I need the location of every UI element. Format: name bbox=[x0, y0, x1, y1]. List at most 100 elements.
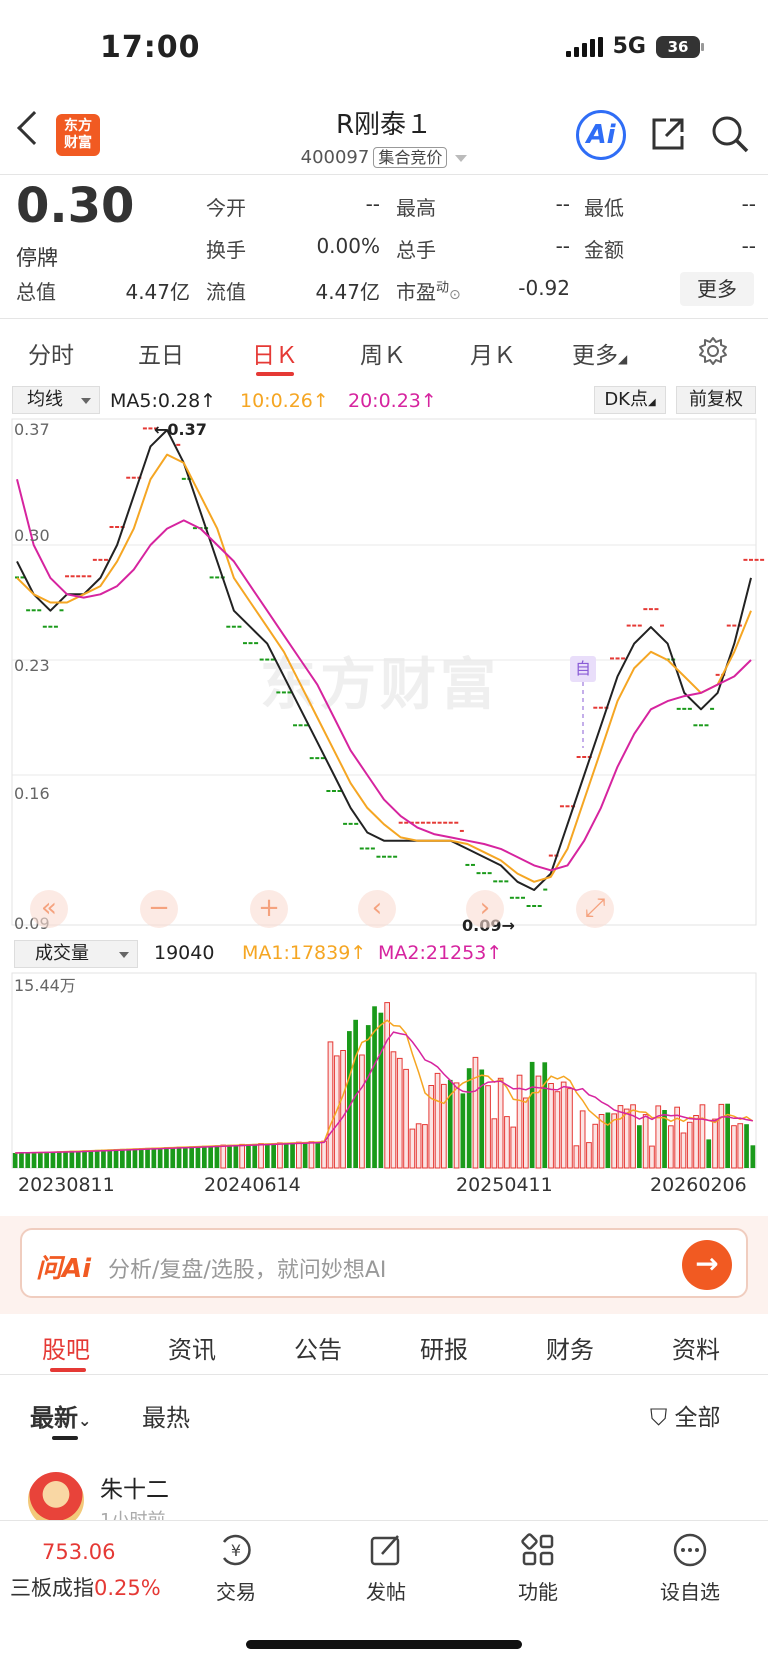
kline-chart[interactable] bbox=[0, 418, 768, 938]
volume-chart[interactable] bbox=[0, 972, 768, 1172]
zoom-in-icon[interactable]: + bbox=[250, 890, 288, 928]
open-value: -- bbox=[365, 192, 380, 216]
volume-bar bbox=[31, 1152, 37, 1168]
index-value[interactable]: 753.06 bbox=[42, 1540, 115, 1564]
volume-bar bbox=[750, 1145, 756, 1168]
volume-bar bbox=[107, 1149, 113, 1168]
scroll-left-fast-icon[interactable]: « bbox=[30, 890, 68, 928]
volume-bar bbox=[56, 1151, 62, 1168]
sort-hot[interactable]: 最热 bbox=[142, 1398, 190, 1433]
volume-bar bbox=[82, 1150, 87, 1168]
arrow-right-icon[interactable]: → bbox=[682, 1240, 732, 1290]
volume-bar bbox=[94, 1149, 100, 1168]
sort-latest[interactable]: 最新⌄ bbox=[30, 1398, 91, 1433]
volume-bar bbox=[403, 1068, 409, 1169]
ma-select[interactable]: 均线 bbox=[12, 386, 100, 414]
volume-select[interactable]: 成交量 bbox=[14, 940, 138, 968]
scroll-left-icon[interactable]: ‹ bbox=[358, 890, 396, 928]
tab-more[interactable]: 更多◢ bbox=[572, 336, 627, 370]
volume-bar bbox=[699, 1104, 706, 1169]
chart-frame bbox=[11, 418, 757, 926]
volume-bar bbox=[214, 1145, 220, 1168]
battery-icon: 36 bbox=[656, 35, 704, 58]
volume-bar bbox=[315, 1141, 321, 1168]
more-button[interactable]: 更多 bbox=[680, 272, 754, 306]
self-select-tag: 自 bbox=[570, 656, 596, 682]
gear-icon[interactable] bbox=[698, 336, 728, 366]
volume-bar bbox=[567, 1088, 573, 1169]
volume-ma2-line bbox=[15, 1031, 753, 1154]
tab-financials[interactable]: 财务 bbox=[546, 1330, 594, 1365]
volume-bar bbox=[642, 1114, 649, 1169]
filter-icon: ⛉ bbox=[650, 1405, 668, 1431]
nav-trade[interactable]: ¥ 交易 bbox=[186, 1530, 286, 1605]
share-icon[interactable] bbox=[650, 116, 686, 152]
volume-bar bbox=[680, 1132, 687, 1169]
tab-news[interactable]: 资讯 bbox=[168, 1330, 216, 1365]
tab-forum[interactable]: 股吧 bbox=[42, 1330, 90, 1365]
volume-bar bbox=[44, 1151, 49, 1168]
volume-value: -- bbox=[555, 234, 570, 258]
volume-bar bbox=[744, 1124, 749, 1168]
volume-bar bbox=[668, 1125, 674, 1169]
y-axis-label: 0.23 bbox=[14, 656, 50, 675]
volume-bar bbox=[390, 1051, 397, 1169]
fullscreen-icon[interactable]: ⤢ bbox=[576, 890, 614, 928]
volume-bar bbox=[75, 1150, 81, 1168]
divider bbox=[0, 1374, 768, 1375]
volume-bar bbox=[347, 1031, 352, 1168]
volume-bar bbox=[308, 1141, 315, 1169]
status-time: 17:00 bbox=[100, 30, 201, 65]
volume-bar bbox=[63, 1151, 68, 1168]
ma20-legend: 20:0.23↑ bbox=[348, 390, 437, 412]
ai-brand-logo: 问Ai bbox=[36, 1254, 92, 1284]
volume-bar bbox=[472, 1056, 479, 1169]
tab-weekly-k[interactable]: 周Ｋ bbox=[360, 336, 406, 370]
volume-bar bbox=[592, 1123, 599, 1169]
ai-button[interactable]: Ai bbox=[576, 110, 626, 160]
volume-bar bbox=[283, 1142, 289, 1168]
tab-five-day[interactable]: 五日 bbox=[138, 336, 184, 370]
volume-bar bbox=[189, 1146, 194, 1168]
low-label: 最低 bbox=[584, 196, 624, 220]
volume-bar bbox=[25, 1152, 31, 1168]
volume-bar bbox=[290, 1142, 295, 1168]
y-axis-label: 0.16 bbox=[14, 784, 50, 803]
volume-bar bbox=[409, 1128, 416, 1169]
tab-monthly-k[interactable]: 月Ｋ bbox=[470, 336, 516, 370]
filter-all[interactable]: ⛉ 全部 bbox=[650, 1398, 721, 1432]
nav-functions[interactable]: 功能 bbox=[488, 1530, 588, 1605]
volume-bar bbox=[208, 1145, 213, 1168]
pe-value: -0.92 bbox=[518, 276, 570, 300]
tab-profile[interactable]: 资料 bbox=[672, 1330, 720, 1365]
trade-icon: ¥ bbox=[222, 1534, 251, 1566]
ai-search-placeholder[interactable]: 分析/复盘/选股，就问妙想AI bbox=[108, 1252, 386, 1284]
volume-bar bbox=[554, 1091, 561, 1169]
volume-bar bbox=[693, 1115, 699, 1169]
volume-bar bbox=[195, 1146, 201, 1168]
volume-bar bbox=[183, 1146, 188, 1168]
grid-icon bbox=[521, 1533, 554, 1566]
volume-bar bbox=[296, 1141, 302, 1169]
last-price: 0.30 bbox=[16, 178, 135, 234]
scroll-right-icon[interactable]: › bbox=[466, 890, 504, 928]
tab-daily-k[interactable]: 日Ｋ bbox=[252, 336, 298, 370]
date-label: 20250411 bbox=[456, 1174, 553, 1196]
search-icon[interactable] bbox=[710, 114, 750, 154]
volume-value: 19040 bbox=[154, 942, 215, 964]
nav-post[interactable]: 发帖 bbox=[336, 1530, 436, 1605]
dk-point-button[interactable]: DK点◢ bbox=[594, 386, 666, 414]
tab-research[interactable]: 研报 bbox=[420, 1330, 468, 1365]
high-value: -- bbox=[555, 192, 570, 216]
tab-announcements[interactable]: 公告 bbox=[294, 1330, 342, 1365]
y-axis-label: 0.30 bbox=[14, 526, 50, 545]
tab-intraday[interactable]: 分时 bbox=[28, 336, 74, 370]
nav-add-watchlist[interactable]: 设自选 bbox=[640, 1530, 740, 1605]
index-label[interactable]: 三板成指0.25% bbox=[10, 1572, 161, 1602]
volume-bar bbox=[69, 1150, 75, 1168]
post-username[interactable]: 朱十二 bbox=[100, 1470, 169, 1504]
volume-bar bbox=[422, 1124, 428, 1169]
volume-bar bbox=[548, 1083, 554, 1169]
zoom-out-icon[interactable]: − bbox=[140, 890, 178, 928]
adjust-button[interactable]: 前复权 bbox=[676, 386, 756, 414]
